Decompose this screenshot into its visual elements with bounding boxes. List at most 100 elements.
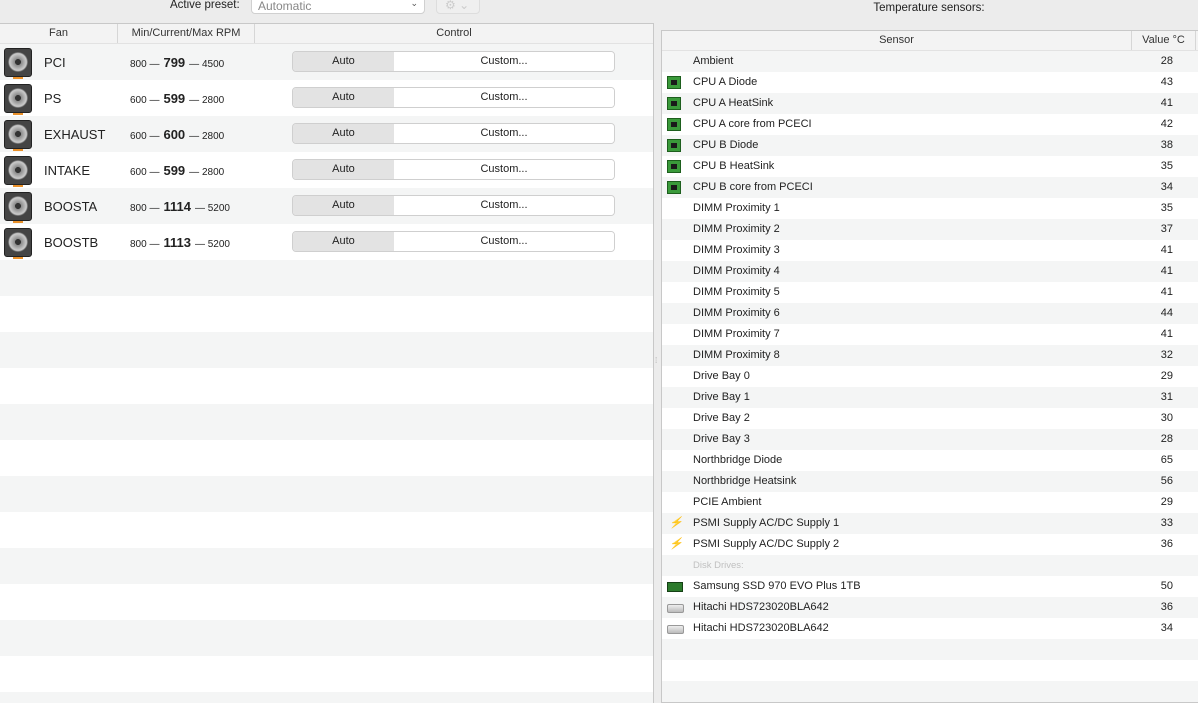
sensor-row[interactable]: DIMM Proximity 4 41 xyxy=(662,261,1198,282)
sensor-name: DIMM Proximity 8 xyxy=(693,349,780,361)
auto-button[interactable]: Auto xyxy=(293,196,394,215)
hard-drive-icon xyxy=(667,625,684,634)
auto-button[interactable]: Auto xyxy=(293,232,394,251)
sensor-row[interactable]: Drive Bay 3 28 xyxy=(662,429,1198,450)
sensor-row[interactable]: DIMM Proximity 2 37 xyxy=(662,219,1198,240)
dash: — xyxy=(149,202,160,214)
sensor-value: 50 xyxy=(1160,580,1173,592)
sensor-row[interactable]: Ambient 28 xyxy=(662,51,1198,72)
sensor-name: Northbridge Diode xyxy=(693,454,783,466)
sensor-name: DIMM Proximity 7 xyxy=(693,328,780,340)
sensor-value: 36 xyxy=(1160,601,1173,613)
sensor-row[interactable]: PCIE Ambient 29 xyxy=(662,492,1198,513)
temperature-sensors-title: Temperature sensors: xyxy=(873,2,985,14)
sensor-row[interactable]: Drive Bay 0 29 xyxy=(662,366,1198,387)
rpm-min: 600 xyxy=(130,94,147,106)
gear-menu-button[interactable]: ⚙ ⌄ xyxy=(436,0,480,14)
fan-row: EXHAUST 600 —600— 2800 Auto Custom... xyxy=(0,116,653,152)
column-sensor[interactable]: Sensor xyxy=(662,31,1132,50)
empty-row xyxy=(0,404,653,440)
fan-table: Fan Min/Current/Max RPM Control PCI 800 … xyxy=(0,23,654,703)
dash: — xyxy=(149,94,160,106)
sensor-value: 56 xyxy=(1160,475,1173,487)
rpm-max: 2800 xyxy=(201,130,225,142)
sensor-name: DIMM Proximity 1 xyxy=(693,202,780,214)
preset-select[interactable]: Automatic ⌄ xyxy=(251,0,425,14)
rpm-current: 799 xyxy=(163,54,186,70)
dash: — xyxy=(189,166,200,178)
dash: — xyxy=(149,130,160,142)
sensor-name: Hitachi HDS723020BLA642 xyxy=(693,622,829,634)
sensor-row[interactable]: CPU B Diode 38 xyxy=(662,135,1198,156)
fan-control-segmented: Auto Custom... xyxy=(292,159,615,180)
column-value[interactable]: Value °C xyxy=(1132,31,1196,50)
custom-button[interactable]: Custom... xyxy=(394,124,614,143)
fan-row: PS 600 —599— 2800 Auto Custom... xyxy=(0,80,653,116)
custom-button[interactable]: Custom... xyxy=(394,52,614,71)
dash: — xyxy=(194,238,205,250)
hard-drive-icon xyxy=(667,604,684,613)
section-label: Disk Drives: xyxy=(693,560,744,571)
sensor-value: 43 xyxy=(1160,76,1173,88)
fan-control-segmented: Auto Custom... xyxy=(292,231,615,252)
fan-rpm: 800 —799— 4500 xyxy=(130,55,224,70)
fan-control-segmented: Auto Custom... xyxy=(292,123,615,144)
sensor-row[interactable]: Northbridge Diode 65 xyxy=(662,450,1198,471)
sensor-row[interactable]: CPU A Diode 43 xyxy=(662,72,1198,93)
rpm-max: 5200 xyxy=(207,238,230,250)
sensor-row[interactable]: DIMM Proximity 5 41 xyxy=(662,282,1198,303)
sensor-row[interactable]: Northbridge Heatsink 56 xyxy=(662,471,1198,492)
fan-icon xyxy=(4,156,32,187)
sensor-row[interactable]: CPU A HeatSink 41 xyxy=(662,93,1198,114)
sensor-row[interactable]: DIMM Proximity 6 44 xyxy=(662,303,1198,324)
sensor-row[interactable]: DIMM Proximity 8 32 xyxy=(662,345,1198,366)
sensor-row[interactable]: CPU B core from PCECI 34 xyxy=(662,177,1198,198)
custom-button[interactable]: Custom... xyxy=(394,232,614,251)
sensor-row[interactable]: Samsung SSD 970 EVO Plus 1TB 50 xyxy=(662,576,1198,597)
sensor-value: 41 xyxy=(1160,265,1173,277)
sensor-row[interactable]: DIMM Proximity 1 35 xyxy=(662,198,1198,219)
sensor-row[interactable]: CPU A core from PCECI 42 xyxy=(662,114,1198,135)
custom-button[interactable]: Custom... xyxy=(394,196,614,215)
fan-control-segmented: Auto Custom... xyxy=(292,87,615,108)
column-rpm[interactable]: Min/Current/Max RPM xyxy=(118,24,255,43)
empty-row xyxy=(0,656,653,692)
sensor-value: 34 xyxy=(1160,181,1173,193)
sensor-row[interactable]: ⚡ PSMI Supply AC/DC Supply 1 33 xyxy=(662,513,1198,534)
sensor-value: 28 xyxy=(1160,55,1173,67)
rpm-max: 2800 xyxy=(201,166,225,178)
fan-rpm: 600 —599— 2800 xyxy=(130,91,224,106)
empty-row xyxy=(0,620,653,656)
fan-name: INTAKE xyxy=(44,162,90,178)
rpm-current: 1114 xyxy=(163,198,191,214)
sensor-row[interactable]: DIMM Proximity 3 41 xyxy=(662,240,1198,261)
sensor-name: CPU B Diode xyxy=(693,139,759,151)
column-control[interactable]: Control xyxy=(255,24,653,43)
sensor-row[interactable]: DIMM Proximity 7 41 xyxy=(662,324,1198,345)
sensor-row[interactable]: Drive Bay 1 31 xyxy=(662,387,1198,408)
auto-button[interactable]: Auto xyxy=(293,160,394,179)
sensor-value: 31 xyxy=(1160,391,1173,403)
sensor-row[interactable]: Drive Bay 2 30 xyxy=(662,408,1198,429)
auto-button[interactable]: Auto xyxy=(293,88,394,107)
cpu-chip-icon xyxy=(667,118,681,131)
sensor-value: 36 xyxy=(1160,538,1173,550)
split-divider-handle[interactable]: ⁞ xyxy=(655,356,659,365)
sensor-row[interactable]: ⚡ PSMI Supply AC/DC Supply 2 36 xyxy=(662,534,1198,555)
sensor-row[interactable]: CPU B HeatSink 35 xyxy=(662,156,1198,177)
rpm-min: 800 xyxy=(130,202,147,214)
empty-row xyxy=(0,440,653,476)
sensor-value: 28 xyxy=(1160,433,1173,445)
sensor-row[interactable]: Hitachi HDS723020BLA642 34 xyxy=(662,618,1198,639)
sensor-row[interactable]: Hitachi HDS723020BLA642 36 xyxy=(662,597,1198,618)
column-fan[interactable]: Fan xyxy=(0,24,118,43)
empty-row xyxy=(0,476,653,512)
sensor-value: 30 xyxy=(1160,412,1173,424)
custom-button[interactable]: Custom... xyxy=(394,88,614,107)
custom-button[interactable]: Custom... xyxy=(394,160,614,179)
auto-button[interactable]: Auto xyxy=(293,124,394,143)
empty-row xyxy=(662,681,1198,702)
auto-button[interactable]: Auto xyxy=(293,52,394,71)
chevron-down-icon: ⌄ xyxy=(410,0,418,8)
sensor-name: PSMI Supply AC/DC Supply 1 xyxy=(693,517,840,529)
